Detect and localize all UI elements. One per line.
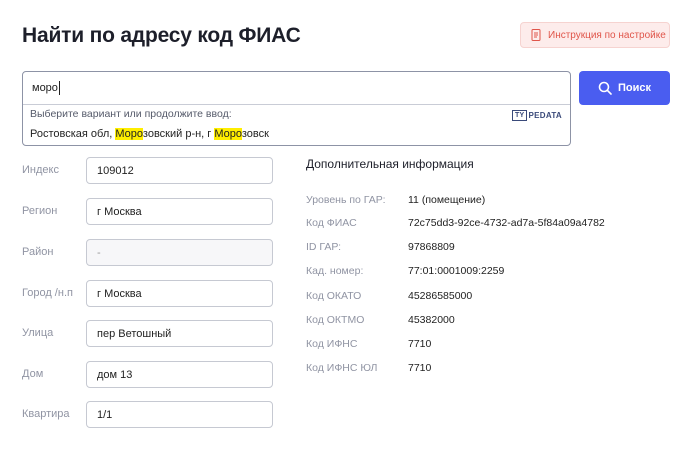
search-icon: [598, 81, 612, 95]
instruction-label: Инструкция по настройке: [548, 29, 666, 41]
info-value-cadastral: 77:01:0001009:2259: [408, 265, 505, 277]
suggestion-text: зовск: [241, 128, 269, 140]
text-caret: [58, 81, 60, 95]
suggestion-text: зовский р-н, г: [142, 128, 215, 140]
instruction-button[interactable]: Инструкция по настройке: [520, 22, 670, 48]
search-button-label: Поиск: [617, 82, 651, 94]
suggestion-highlight: Моро: [214, 128, 242, 140]
document-icon: [531, 29, 541, 41]
index-field[interactable]: 109012: [86, 157, 273, 184]
apartment-field[interactable]: 1/1: [86, 401, 273, 428]
city-field[interactable]: г Москва: [86, 280, 273, 307]
field-label-apartment: Квартира: [22, 408, 70, 420]
page-title: Найти по адресу код ФИАС: [22, 24, 301, 47]
search-input[interactable]: моро: [23, 72, 570, 105]
typedata-logo: TY PEDATA: [511, 110, 562, 121]
field-label-house: Дом: [22, 368, 44, 380]
info-label-okato: Код ОКАТО: [306, 290, 362, 302]
field-label-index: Индекс: [22, 164, 59, 176]
info-section-title: Дополнительная информация: [306, 157, 474, 171]
suggestion-highlight: Моро: [115, 128, 143, 140]
info-label-ifns: Код ИФНС: [306, 338, 358, 350]
info-value-gar-level: 11 (помещение): [408, 194, 486, 206]
district-field[interactable]: -: [86, 239, 273, 266]
street-field[interactable]: пер Ветошный: [86, 320, 273, 347]
field-label-district: Район: [22, 246, 54, 258]
suggestion-text: Ростовская обл,: [30, 128, 116, 140]
info-value-oktmo: 45382000: [408, 314, 455, 326]
info-label-fias-code: Код ФИАС: [306, 217, 357, 229]
info-value-okato: 45286585000: [408, 290, 473, 302]
field-label-street: Улица: [22, 327, 54, 339]
info-label-gar-id: ID ГАР:: [306, 241, 342, 253]
suggestion-item[interactable]: Ростовская обл, Морозовский р-н, г Мороз…: [30, 128, 269, 140]
field-label-region: Регион: [22, 205, 58, 217]
typedata-logo-mark: TY: [511, 110, 528, 121]
info-label-cadastral: Кад. номер:: [306, 265, 364, 277]
address-search-box: моро Выберите вариант или продолжите вво…: [22, 71, 571, 146]
info-label-gar-level: Уровень по ГАР:: [306, 194, 386, 206]
info-value-fias-code: 72c75dd3-92ce-4732-ad7a-5f84a09a4782: [408, 217, 605, 229]
info-value-ifns-ul: 7710: [408, 362, 432, 374]
region-field[interactable]: г Москва: [86, 198, 273, 225]
info-value-ifns: 7710: [408, 338, 432, 350]
house-field[interactable]: дом 13: [86, 361, 273, 388]
field-label-city: Город /н.п: [22, 287, 73, 299]
info-label-oktmo: Код ОКТМО: [306, 314, 365, 326]
info-label-ifns-ul: Код ИФНС ЮЛ: [306, 362, 378, 374]
suggestion-hint: Выберите вариант или продолжите ввод:: [30, 108, 232, 120]
search-input-value: моро: [32, 82, 58, 94]
search-button[interactable]: Поиск: [579, 71, 670, 105]
info-value-gar-id: 97868809: [408, 241, 455, 253]
typedata-logo-text: PEDATA: [528, 111, 562, 120]
